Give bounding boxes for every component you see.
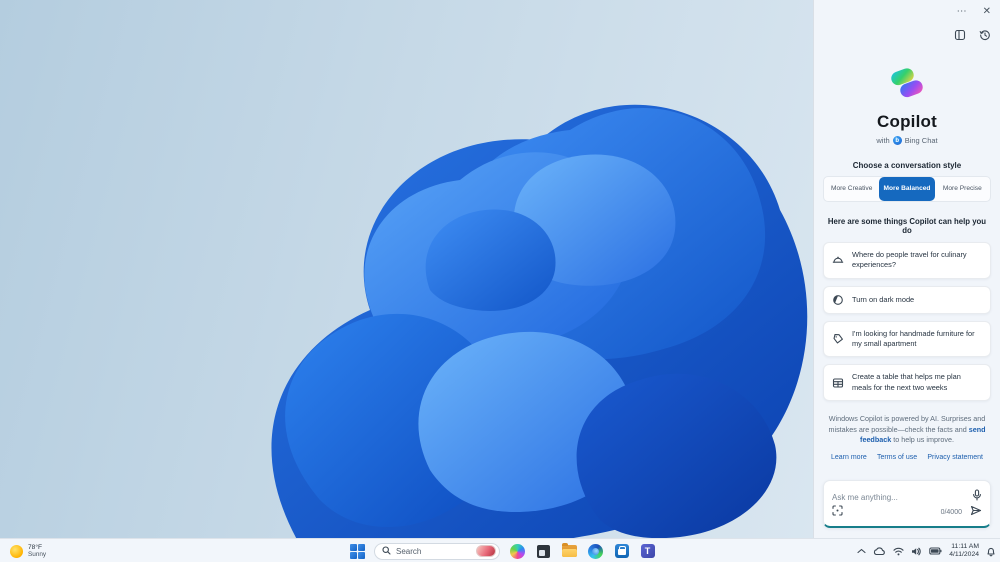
wifi-icon[interactable] <box>893 547 904 556</box>
search-daily-image <box>476 545 496 557</box>
search-label: Search <box>396 546 422 556</box>
taskbar-file-explorer-button[interactable] <box>561 543 578 560</box>
weather-condition: Sunny <box>28 551 47 558</box>
suggestion-text: Turn on dark mode <box>852 294 915 304</box>
screenshot-icon[interactable] <box>832 503 843 521</box>
battery-icon[interactable] <box>929 547 942 555</box>
clock-date: 4/11/2024 <box>949 551 979 558</box>
bloom-artwork <box>271 104 808 538</box>
screen: ⋯ ✕ Copilot with b Bing Chat Choose a co… <box>0 0 1000 562</box>
start-button[interactable] <box>350 543 365 559</box>
style-more-creative-button[interactable]: More Creative <box>824 177 879 201</box>
search-icon <box>382 542 391 560</box>
bing-logo-icon: b <box>892 136 902 145</box>
onedrive-cloud-icon[interactable] <box>873 546 886 556</box>
desktop-wallpaper <box>0 0 813 538</box>
disclaimer-text-1: Windows Copilot is powered by AI. Surpri… <box>828 414 986 434</box>
copilot-brand: Copilot with b Bing Chat <box>823 65 991 145</box>
taskbar-teams-button[interactable]: T <box>639 543 656 560</box>
conversation-style-heading: Choose a conversation style <box>852 161 962 170</box>
terms-of-use-link[interactable]: Terms of use <box>877 454 917 461</box>
send-icon[interactable] <box>970 503 982 521</box>
learn-more-link[interactable]: Learn more <box>831 454 867 461</box>
teams-icon: T <box>640 544 655 558</box>
taskbar-edge-button[interactable] <box>587 543 604 560</box>
copilot-panel: ⋯ ✕ Copilot with b Bing Chat Choose a co… <box>813 0 1000 538</box>
suggestions-heading: Here are some things Copilot can help yo… <box>827 217 987 235</box>
history-icon[interactable] <box>979 29 991 41</box>
taskbar-copilot-button[interactable] <box>509 543 526 560</box>
taskbar: 78°F Sunny Search T 11:11 AM 4/11/2024 <box>0 538 1000 562</box>
taskbar-search[interactable]: Search <box>374 542 500 560</box>
suggestion-text: Where do people travel for culinary expe… <box>852 250 967 270</box>
panel-toolbar <box>823 28 991 41</box>
edge-icon <box>588 543 603 559</box>
volume-icon[interactable] <box>911 547 922 556</box>
ai-disclaimer: Windows Copilot is powered by AI. Surpri… <box>823 414 991 445</box>
suggestion-card-furniture[interactable]: I'm looking for handmade furniture for m… <box>823 320 991 358</box>
tag-icon <box>832 333 844 345</box>
footer-links: Learn more Terms of use Privacy statemen… <box>823 454 991 461</box>
chevron-up-icon[interactable] <box>857 548 866 554</box>
style-more-precise-button[interactable]: More Precise <box>935 177 990 201</box>
folder-icon <box>562 543 577 557</box>
taskbar-task-view-button[interactable] <box>535 543 552 560</box>
copilot-subtitle: with b Bing Chat <box>823 136 991 145</box>
copilot-pinwheel-icon <box>510 543 525 559</box>
system-tray: 11:11 AM 4/11/2024 <box>857 539 996 562</box>
notifications-bell-icon[interactable] <box>986 546 996 557</box>
chat-input-card: 0/4000 <box>823 480 991 528</box>
dark-mode-icon <box>832 294 844 306</box>
close-icon[interactable]: ✕ <box>983 7 991 17</box>
microsoft-store-icon <box>614 544 629 558</box>
taskbar-clock[interactable]: 11:11 AM 4/11/2024 <box>949 543 979 560</box>
notebook-icon[interactable] <box>954 29 966 41</box>
suggestion-text: Create a table that helps me plan meals … <box>852 372 961 392</box>
suggestion-text: I'm looking for handmade furniture for m… <box>852 328 975 349</box>
task-view-icon <box>537 544 550 558</box>
suggestion-card-dark-mode[interactable]: Turn on dark mode <box>823 285 991 314</box>
panel-window-controls: ⋯ ✕ <box>823 6 991 18</box>
clock-time: 11:11 AM <box>951 542 979 550</box>
privacy-statement-link[interactable]: Privacy statement <box>927 454 983 461</box>
cloche-icon <box>832 254 844 266</box>
sun-icon <box>10 544 23 558</box>
suggestion-card-meal-plan[interactable]: Create a table that helps me plan meals … <box>823 364 991 402</box>
conversation-style-toggle: More Creative More Balanced More Precise <box>823 176 991 202</box>
taskbar-center: Search T <box>350 539 656 562</box>
subtitle-prefix: with <box>876 136 890 145</box>
chat-input[interactable] <box>832 492 972 502</box>
suggestion-card-travel[interactable]: Where do people travel for culinary expe… <box>823 242 991 279</box>
character-counter: 0/4000 <box>940 508 962 516</box>
weather-widget[interactable]: 78°F Sunny <box>6 541 50 561</box>
disclaimer-text-2: to help us improve. <box>891 435 954 445</box>
copilot-title: Copilot <box>877 112 937 131</box>
more-options-icon[interactable]: ⋯ <box>957 7 967 17</box>
weather-temperature: 78°F <box>28 544 42 551</box>
subtitle-brand: Bing Chat <box>904 136 938 145</box>
taskbar-store-button[interactable] <box>613 543 630 560</box>
table-icon <box>832 377 844 389</box>
style-more-balanced-button[interactable]: More Balanced <box>879 177 935 201</box>
copilot-logo-icon <box>888 65 926 106</box>
